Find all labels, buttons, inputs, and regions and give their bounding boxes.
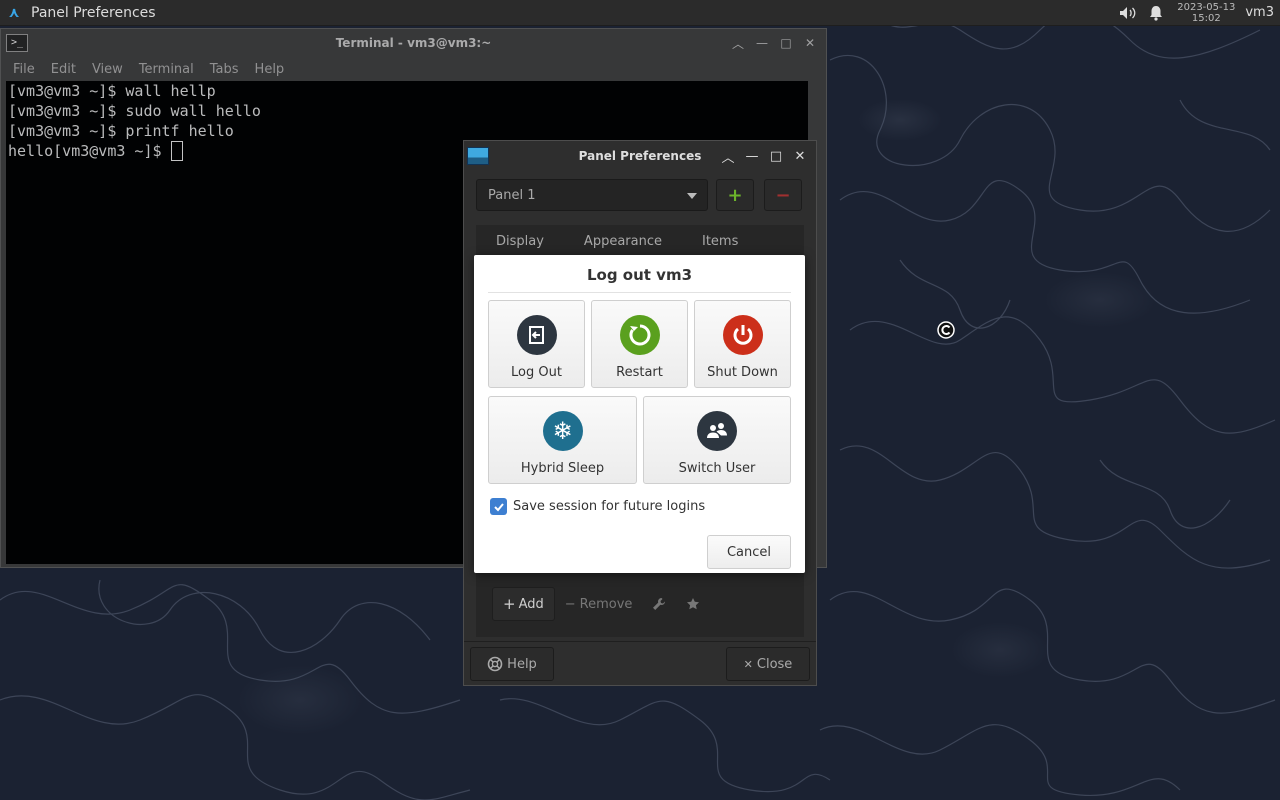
save-session-label: Save session for future logins bbox=[513, 499, 706, 514]
log-out-label: Log Out bbox=[511, 365, 562, 380]
busy-cursor-icon bbox=[937, 321, 955, 339]
shut-down-button[interactable]: Shut Down bbox=[694, 300, 791, 388]
plus-icon: + bbox=[727, 184, 743, 206]
top-panel: ⋏ Panel Preferences 2023-05-13 15:02 vm3 bbox=[0, 0, 1280, 26]
save-session-row[interactable]: Save session for future logins bbox=[490, 498, 705, 515]
terminal-shade-button[interactable]: ︿ bbox=[728, 33, 748, 53]
panel-select-value: Panel 1 bbox=[488, 187, 536, 203]
restart-label: Restart bbox=[616, 365, 663, 380]
plus-icon: + bbox=[503, 595, 516, 613]
add-panel-button[interactable]: + bbox=[716, 179, 754, 211]
divider bbox=[488, 292, 791, 293]
clock[interactable]: 2023-05-13 15:02 bbox=[1177, 2, 1235, 24]
active-window-title[interactable]: Panel Preferences bbox=[31, 5, 156, 21]
app-menu-icon[interactable]: ⋏ bbox=[4, 5, 24, 21]
cancel-button[interactable]: Cancel bbox=[707, 535, 791, 569]
terminal-line: hello[vm3@vm3 ~]$ bbox=[8, 142, 171, 160]
add-item-button[interactable]: + Add bbox=[492, 587, 555, 621]
notification-bell-icon[interactable] bbox=[1145, 3, 1167, 23]
terminal-line: [vm3@vm3 ~]$ sudo wall hello bbox=[8, 102, 261, 120]
wrench-icon[interactable] bbox=[642, 587, 676, 621]
log-out-button[interactable]: Log Out bbox=[488, 300, 585, 388]
restart-icon bbox=[619, 315, 660, 355]
menu-view[interactable]: View bbox=[84, 62, 131, 77]
remove-panel-button[interactable]: − bbox=[764, 179, 802, 211]
panel-prefs-app-icon[interactable] bbox=[467, 147, 489, 165]
terminal-close-button[interactable]: ✕ bbox=[800, 33, 820, 53]
restart-button[interactable]: Restart bbox=[591, 300, 688, 388]
menu-edit[interactable]: Edit bbox=[43, 62, 84, 77]
menu-tabs[interactable]: Tabs bbox=[202, 62, 247, 77]
terminal-menubar: File Edit View Terminal Tabs Help bbox=[1, 57, 826, 81]
clock-time: 15:02 bbox=[1191, 12, 1221, 24]
tab-display[interactable]: Display bbox=[476, 234, 564, 249]
help-icon bbox=[487, 656, 503, 672]
close-icon: ✕ bbox=[743, 657, 753, 671]
chevron-down-icon bbox=[687, 193, 697, 199]
menu-help[interactable]: Help bbox=[247, 62, 293, 77]
terminal-title: Terminal - vm3@vm3:~ bbox=[335, 36, 492, 50]
terminal-titlebar[interactable]: >_ Terminal - vm3@vm3:~ ︿ — □ ✕ bbox=[1, 29, 826, 57]
panel-selector-row: Panel 1 + − bbox=[476, 179, 804, 211]
panel-select[interactable]: Panel 1 bbox=[476, 179, 708, 211]
terminal-cursor bbox=[170, 141, 183, 161]
menu-file[interactable]: File bbox=[5, 62, 43, 77]
users-icon bbox=[697, 411, 737, 451]
help-button[interactable]: Help bbox=[470, 647, 554, 681]
logout-title: Log out vm3 bbox=[586, 266, 693, 284]
items-toolbar: + Add − Remove bbox=[492, 587, 710, 621]
switch-user-label: Switch User bbox=[678, 461, 756, 476]
logout-dialog: Log out vm3 Log Out Restart Shut Down ❄ … bbox=[474, 255, 805, 573]
remove-item-label: Remove bbox=[579, 596, 633, 612]
switch-user-button[interactable]: Switch User bbox=[643, 396, 791, 484]
star-icon[interactable] bbox=[676, 587, 710, 621]
tab-appearance[interactable]: Appearance bbox=[564, 234, 682, 249]
user-menu[interactable]: vm3 bbox=[1245, 5, 1274, 20]
prefs-minimize-button[interactable]: — bbox=[742, 146, 762, 166]
terminal-line: [vm3@vm3 ~]$ wall hellp bbox=[8, 82, 216, 100]
terminal-minimize-button[interactable]: — bbox=[752, 33, 772, 53]
add-item-label: Add bbox=[518, 596, 544, 612]
help-label: Help bbox=[507, 656, 537, 672]
terminal-app-icon[interactable]: >_ bbox=[6, 34, 28, 52]
divider bbox=[464, 641, 816, 642]
tab-items[interactable]: Items bbox=[682, 234, 758, 249]
terminal-line: [vm3@vm3 ~]$ printf hello bbox=[8, 122, 234, 140]
close-button[interactable]: ✕ Close bbox=[726, 647, 810, 681]
prefs-shade-button[interactable]: ︿ bbox=[718, 146, 738, 166]
hybrid-sleep-label: Hybrid Sleep bbox=[520, 461, 605, 476]
clock-date: 2023-05-13 bbox=[1177, 1, 1236, 13]
minus-icon: − bbox=[775, 184, 791, 206]
save-session-checkbox[interactable] bbox=[490, 498, 507, 515]
volume-icon[interactable] bbox=[1117, 3, 1139, 23]
terminal-maximize-button[interactable]: □ bbox=[776, 33, 796, 53]
snowflake-icon: ❄ bbox=[542, 411, 583, 451]
menu-terminal[interactable]: Terminal bbox=[131, 62, 202, 77]
log-out-icon bbox=[516, 315, 557, 355]
shut-down-label: Shut Down bbox=[707, 365, 778, 380]
power-icon bbox=[722, 315, 763, 355]
remove-item-button[interactable]: − Remove bbox=[555, 587, 643, 621]
prefs-close-button[interactable]: ✕ bbox=[790, 146, 810, 166]
checkmark-icon bbox=[493, 502, 504, 511]
close-label: Close bbox=[756, 656, 793, 672]
hybrid-sleep-button[interactable]: ❄ Hybrid Sleep bbox=[488, 396, 637, 484]
minus-icon: − bbox=[564, 596, 576, 612]
prefs-titlebar[interactable]: Panel Preferences ︿ — □ ✕ bbox=[464, 141, 816, 171]
prefs-maximize-button[interactable]: □ bbox=[766, 146, 786, 166]
prefs-tabs: Display Appearance Items bbox=[476, 225, 804, 257]
